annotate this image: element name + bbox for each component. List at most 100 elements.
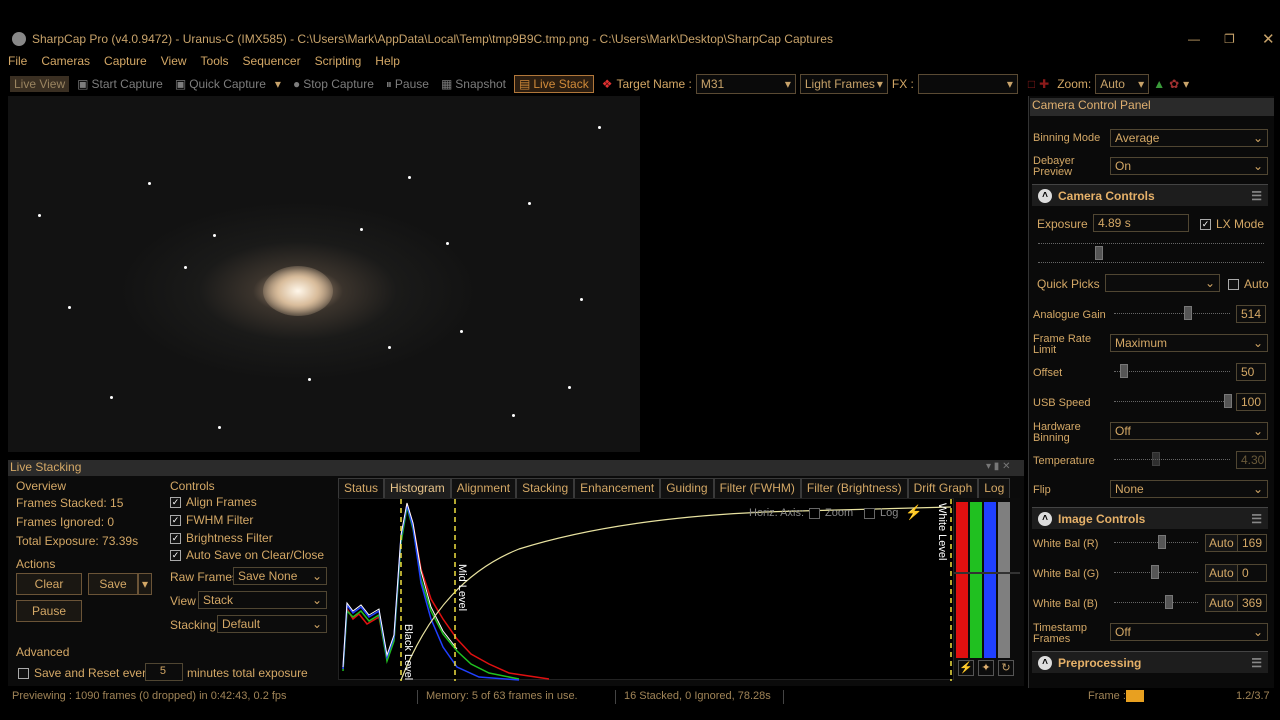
save-reset-checkbox[interactable]: Save and Reset every xyxy=(18,666,152,680)
menu-scripting[interactable]: Scripting xyxy=(315,54,362,68)
chevron-down-icon[interactable]: ▾ xyxy=(1183,77,1189,91)
exposure-slider-coarse[interactable] xyxy=(1038,243,1264,245)
stop-capture-button[interactable]: ● Stop Capture xyxy=(289,76,378,92)
offset-slider[interactable] xyxy=(1114,371,1230,373)
tab-filter-fwhm[interactable]: Filter (FWHM) xyxy=(713,478,801,498)
flip-select[interactable]: None ⌄ xyxy=(1110,480,1268,498)
pause-stack-button[interactable]: Pause xyxy=(16,600,82,622)
panel-pin-icon[interactable]: ▾ ▮ ✕ xyxy=(986,461,1010,472)
grid-icon[interactable]: ✚ xyxy=(1039,77,1049,91)
log-checkbox[interactable]: Log xyxy=(864,507,898,519)
hardware-binning-select[interactable]: Off ⌄ xyxy=(1110,422,1268,440)
snapshot-button[interactable]: ▦ Snapshot xyxy=(437,76,510,92)
histogram-area[interactable]: Black Level Mid Level White Level Horiz.… xyxy=(338,498,954,681)
save-button[interactable]: Save xyxy=(88,573,138,595)
menu-sequencer[interactable]: Sequencer xyxy=(243,54,301,68)
frame-type-select[interactable]: Light Frames ▾ xyxy=(799,74,888,94)
menu-tools[interactable]: Tools xyxy=(201,54,229,68)
brightness-filter-checkbox[interactable]: ✓ Brightness Filter xyxy=(170,531,273,545)
start-capture-button[interactable]: ▣ Start Capture xyxy=(73,76,167,92)
save-dropdown-button[interactable]: ▾ xyxy=(138,573,152,595)
zoom-select[interactable]: Auto ▾ xyxy=(1095,74,1150,94)
analogue-gain-value[interactable]: 514 xyxy=(1236,305,1266,323)
white-bal-r-auto-button[interactable]: Auto xyxy=(1205,534,1238,552)
exposure-slider-fine[interactable] xyxy=(1038,262,1264,264)
menu-view[interactable]: View xyxy=(161,54,187,68)
live-stack-button[interactable]: ▤ Live Stack xyxy=(514,75,594,93)
binning-mode-select[interactable]: Average ⌄ xyxy=(1110,129,1268,147)
usb-speed-value[interactable]: 100 xyxy=(1236,393,1266,411)
fwhm-filter-checkbox[interactable]: ✓ FWHM Filter xyxy=(170,513,253,527)
white-bal-r-handle[interactable] xyxy=(1158,535,1166,549)
quick-picks-select[interactable]: ⌄ xyxy=(1105,274,1220,292)
analogue-gain-handle[interactable] xyxy=(1184,306,1192,320)
tab-log[interactable]: Log xyxy=(978,478,1011,498)
fx-select[interactable]: ▾ xyxy=(917,74,1018,94)
quick-capture-button[interactable]: ▣ Quick Capture ▾ xyxy=(171,76,285,92)
align-frames-checkbox[interactable]: ✓ Align Frames xyxy=(170,495,257,509)
offset-handle[interactable] xyxy=(1120,364,1128,378)
menu-icon[interactable]: ☰ xyxy=(1251,512,1262,526)
menu-capture[interactable]: Capture xyxy=(104,54,147,68)
tab-guiding[interactable]: Guiding xyxy=(660,478,714,498)
save-reset-minutes-input[interactable]: 5 xyxy=(145,663,183,681)
restore-icon[interactable]: ❐ xyxy=(1224,32,1235,46)
auto-stretch-icon[interactable]: ⚡ xyxy=(905,504,922,521)
preprocessing-header[interactable]: ˄ Preprocessing ☰ xyxy=(1032,651,1268,673)
menu-icon[interactable]: ☰ xyxy=(1251,656,1262,670)
white-bal-r-slider[interactable] xyxy=(1114,542,1198,544)
stacking-select[interactable]: Default ⌄ xyxy=(217,615,327,633)
auto-level-icon[interactable]: ⚡ xyxy=(958,660,974,676)
white-bal-g-value[interactable]: 0 xyxy=(1237,564,1267,582)
live-view-button[interactable]: Live View xyxy=(10,76,70,92)
offset-value[interactable]: 50 xyxy=(1236,363,1266,381)
tab-alignment[interactable]: Alignment xyxy=(450,478,517,498)
reticle-icon[interactable]: □ xyxy=(1028,77,1035,91)
exposure-input[interactable]: 4.89 s xyxy=(1093,214,1189,232)
histogram-icon[interactable]: ▲ xyxy=(1153,77,1165,91)
frame-rate-select[interactable]: Maximum ⌄ xyxy=(1110,334,1268,352)
image-preview[interactable] xyxy=(8,96,640,452)
star-icon[interactable]: ✦ xyxy=(978,660,994,676)
auto-checkbox[interactable]: Auto xyxy=(1228,277,1269,291)
white-bal-b-value[interactable]: 369 xyxy=(1237,594,1267,612)
tab-histogram[interactable]: Histogram xyxy=(384,478,451,498)
view-select[interactable]: Stack ⌄ xyxy=(198,591,327,609)
menu-file[interactable]: File xyxy=(8,54,27,68)
white-bal-b-handle[interactable] xyxy=(1165,595,1173,609)
tab-filter-brightness[interactable]: Filter (Brightness) xyxy=(800,478,908,498)
close-icon[interactable]: ✕ xyxy=(1262,30,1275,48)
lx-mode-checkbox[interactable]: ✓ LX Mode xyxy=(1200,217,1264,231)
menu-cameras[interactable]: Cameras xyxy=(41,54,90,68)
analogue-gain-slider[interactable] xyxy=(1114,313,1230,315)
reset-icon[interactable]: ↻ xyxy=(998,660,1014,676)
collapse-icon[interactable]: ˄ xyxy=(1038,511,1052,526)
white-bal-g-auto-button[interactable]: Auto xyxy=(1205,564,1238,582)
chevron-down-icon[interactable]: ▾ xyxy=(275,77,281,91)
level-handle[interactable] xyxy=(954,572,1020,582)
target-name-input[interactable]: M31 ▾ xyxy=(695,74,796,94)
white-bal-g-handle[interactable] xyxy=(1151,565,1159,579)
zoom-checkbox[interactable]: Zoom xyxy=(809,507,853,519)
usb-speed-handle[interactable] xyxy=(1224,394,1232,408)
white-bal-b-auto-button[interactable]: Auto xyxy=(1205,594,1238,612)
exposure-slider-handle[interactable] xyxy=(1095,246,1103,260)
white-bal-b-slider[interactable] xyxy=(1114,602,1198,604)
usb-speed-slider[interactable] xyxy=(1114,401,1230,403)
debayer-select[interactable]: On ⌄ xyxy=(1110,157,1268,175)
menu-icon[interactable]: ☰ xyxy=(1251,189,1262,203)
white-bal-r-value[interactable]: 169 xyxy=(1237,534,1267,552)
camera-controls-header[interactable]: ˄ Camera Controls ☰ xyxy=(1032,184,1268,206)
tab-stacking[interactable]: Stacking xyxy=(516,478,575,498)
timestamp-frames-select[interactable]: Off ⌄ xyxy=(1110,623,1268,641)
tab-enhancement[interactable]: Enhancement xyxy=(574,478,661,498)
minimize-icon[interactable]: — xyxy=(1188,32,1200,46)
collapse-icon[interactable]: ˄ xyxy=(1038,655,1052,670)
collapse-icon[interactable]: ˄ xyxy=(1038,188,1052,203)
image-controls-header[interactable]: ˄ Image Controls ☰ xyxy=(1032,507,1268,529)
tab-status[interactable]: Status xyxy=(338,478,385,498)
settings-icon[interactable]: ✿ xyxy=(1169,77,1179,91)
auto-save-checkbox[interactable]: ✓ Auto Save on Clear/Close xyxy=(170,548,324,562)
menu-help[interactable]: Help xyxy=(375,54,400,68)
pause-button[interactable]: ⏸ Pause xyxy=(382,76,433,93)
